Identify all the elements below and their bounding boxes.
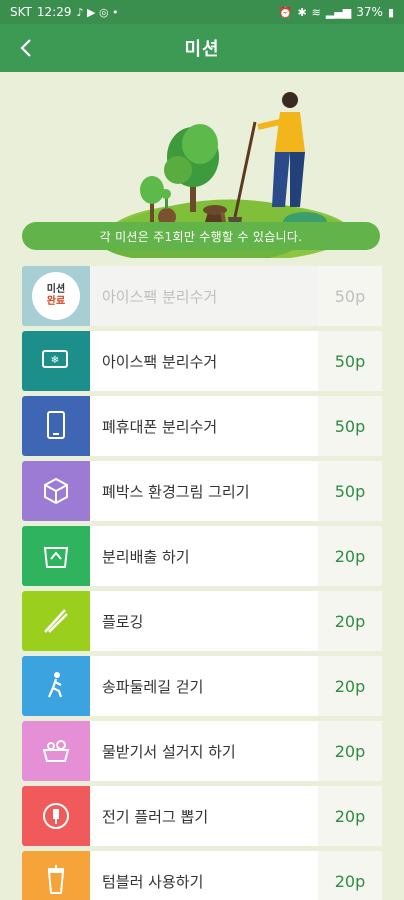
mission-points: 20p	[318, 656, 382, 716]
notice-banner: 각 미션은 주1회만 수행할 수 있습니다.	[22, 222, 380, 250]
mission-icon-box	[22, 591, 90, 651]
svg-text:❄: ❄	[51, 355, 59, 366]
mission-item[interactable]: 미션 완료 아이스팩 분리수거 50p	[22, 266, 382, 326]
mission-points: 20p	[318, 851, 382, 900]
mission-points: 50p	[318, 461, 382, 521]
ice-pack-icon: ❄	[42, 350, 68, 368]
mission-item[interactable]: 폐휴대폰 분리수거 50p	[22, 396, 382, 456]
mission-label: 텀블러 사용하기	[102, 872, 204, 891]
mission-label: 폐휴대폰 분리수거	[102, 417, 218, 436]
mission-icon-box	[22, 396, 90, 456]
tumbler-icon	[47, 865, 65, 894]
mission-points: 50p	[318, 266, 382, 326]
mission-item[interactable]: 분리배출 하기 20p	[22, 526, 382, 586]
mission-label: 전기 플러그 뽑기	[102, 807, 209, 826]
wifi-icon: ≋	[311, 5, 321, 19]
mission-points: 20p	[318, 721, 382, 781]
mission-item[interactable]: 텀블러 사용하기 20p	[22, 851, 382, 900]
plug-icon	[43, 803, 69, 829]
page-title: 미션	[184, 39, 220, 60]
mission-points: 50p	[318, 396, 382, 456]
battery-icon: ▮	[387, 5, 394, 19]
mission-icon-box: 미션 완료	[22, 266, 90, 326]
mission-points: 20p	[318, 526, 382, 586]
tongs-icon	[44, 609, 68, 633]
stamp-line2: 완료	[46, 296, 66, 307]
box-icon	[44, 477, 68, 505]
notification-icon: ♪ ▶ ◎ •	[76, 5, 119, 19]
stamp-line1: 미션	[46, 284, 66, 295]
mission-label: 분리배출 하기	[102, 547, 190, 566]
mission-item[interactable]: 플로깅 20p	[22, 591, 382, 651]
chevron-left-icon	[20, 39, 31, 57]
mission-icon-box	[22, 526, 90, 586]
mission-points: 20p	[318, 786, 382, 846]
mission-points: 20p	[318, 591, 382, 651]
mission-label: 아이스팩 분리수거	[102, 287, 218, 306]
mission-item[interactable]: ❄ 아이스팩 분리수거 50p	[22, 331, 382, 391]
mission-label: 송파둘레길 걷기	[102, 677, 204, 696]
recycle-bin-icon	[43, 547, 69, 568]
phone-icon	[47, 411, 65, 439]
mission-icon-box	[22, 461, 90, 521]
mission-icon-box	[22, 851, 90, 900]
app-bar: 미션	[0, 24, 404, 72]
completed-stamp-icon: 미션 완료	[32, 272, 80, 320]
walking-person-icon	[47, 672, 63, 698]
clock: 12:29	[36, 5, 72, 19]
mission-icon-box	[22, 786, 90, 846]
carrier-label: SKT	[10, 5, 32, 19]
dish-basin-icon	[42, 740, 70, 762]
signal-icon: ▂▄▆	[325, 5, 352, 19]
mission-item[interactable]: 물받기서 설거지 하기 20p	[22, 721, 382, 781]
mission-item[interactable]: 폐박스 환경그림 그리기 50p	[22, 461, 382, 521]
mission-icon-box: ❄	[22, 331, 90, 391]
mission-item[interactable]: 전기 플러그 뽑기 20p	[22, 786, 382, 846]
alarm-icon: ⏰	[278, 5, 293, 19]
battery-level: 37%	[356, 5, 383, 19]
mission-label: 폐박스 환경그림 그리기	[102, 482, 250, 501]
mission-label: 물받기서 설거지 하기	[102, 742, 236, 761]
mission-points: 50p	[318, 331, 382, 391]
mission-label: 아이스팩 분리수거	[102, 352, 218, 371]
mission-icon-box	[22, 656, 90, 716]
mission-icon-box	[22, 721, 90, 781]
mission-item[interactable]: 송파둘레길 걷기 20p	[22, 656, 382, 716]
bluetooth-icon: ✱	[297, 5, 307, 19]
mission-list: 미션 완료 아이스팩 분리수거 50p ❄ 아이스팩 분리수거 50p 폐휴대폰 분리수거 50…	[22, 266, 382, 900]
mission-label: 플로깅	[102, 612, 144, 631]
back-button[interactable]	[8, 30, 44, 66]
status-bar: SKT 12:29 ♪ ▶ ◎ • ⏰ ✱ ≋ ▂▄▆ 37% ▮	[0, 0, 404, 24]
